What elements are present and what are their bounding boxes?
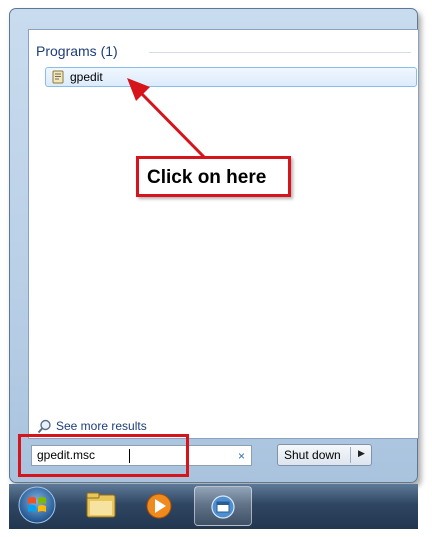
annotation-callout: Click on here [136,156,291,197]
taskbar [9,484,418,529]
annotation-arrow [127,78,207,160]
active-taskbar-button[interactable] [194,486,252,526]
windows-start-orb-icon[interactable] [17,485,57,525]
annotation-callout-text: Click on here [147,167,267,188]
windows-explorer-icon[interactable] [75,487,127,525]
media-player-icon[interactable] [133,487,185,525]
window-app-icon [211,495,235,519]
